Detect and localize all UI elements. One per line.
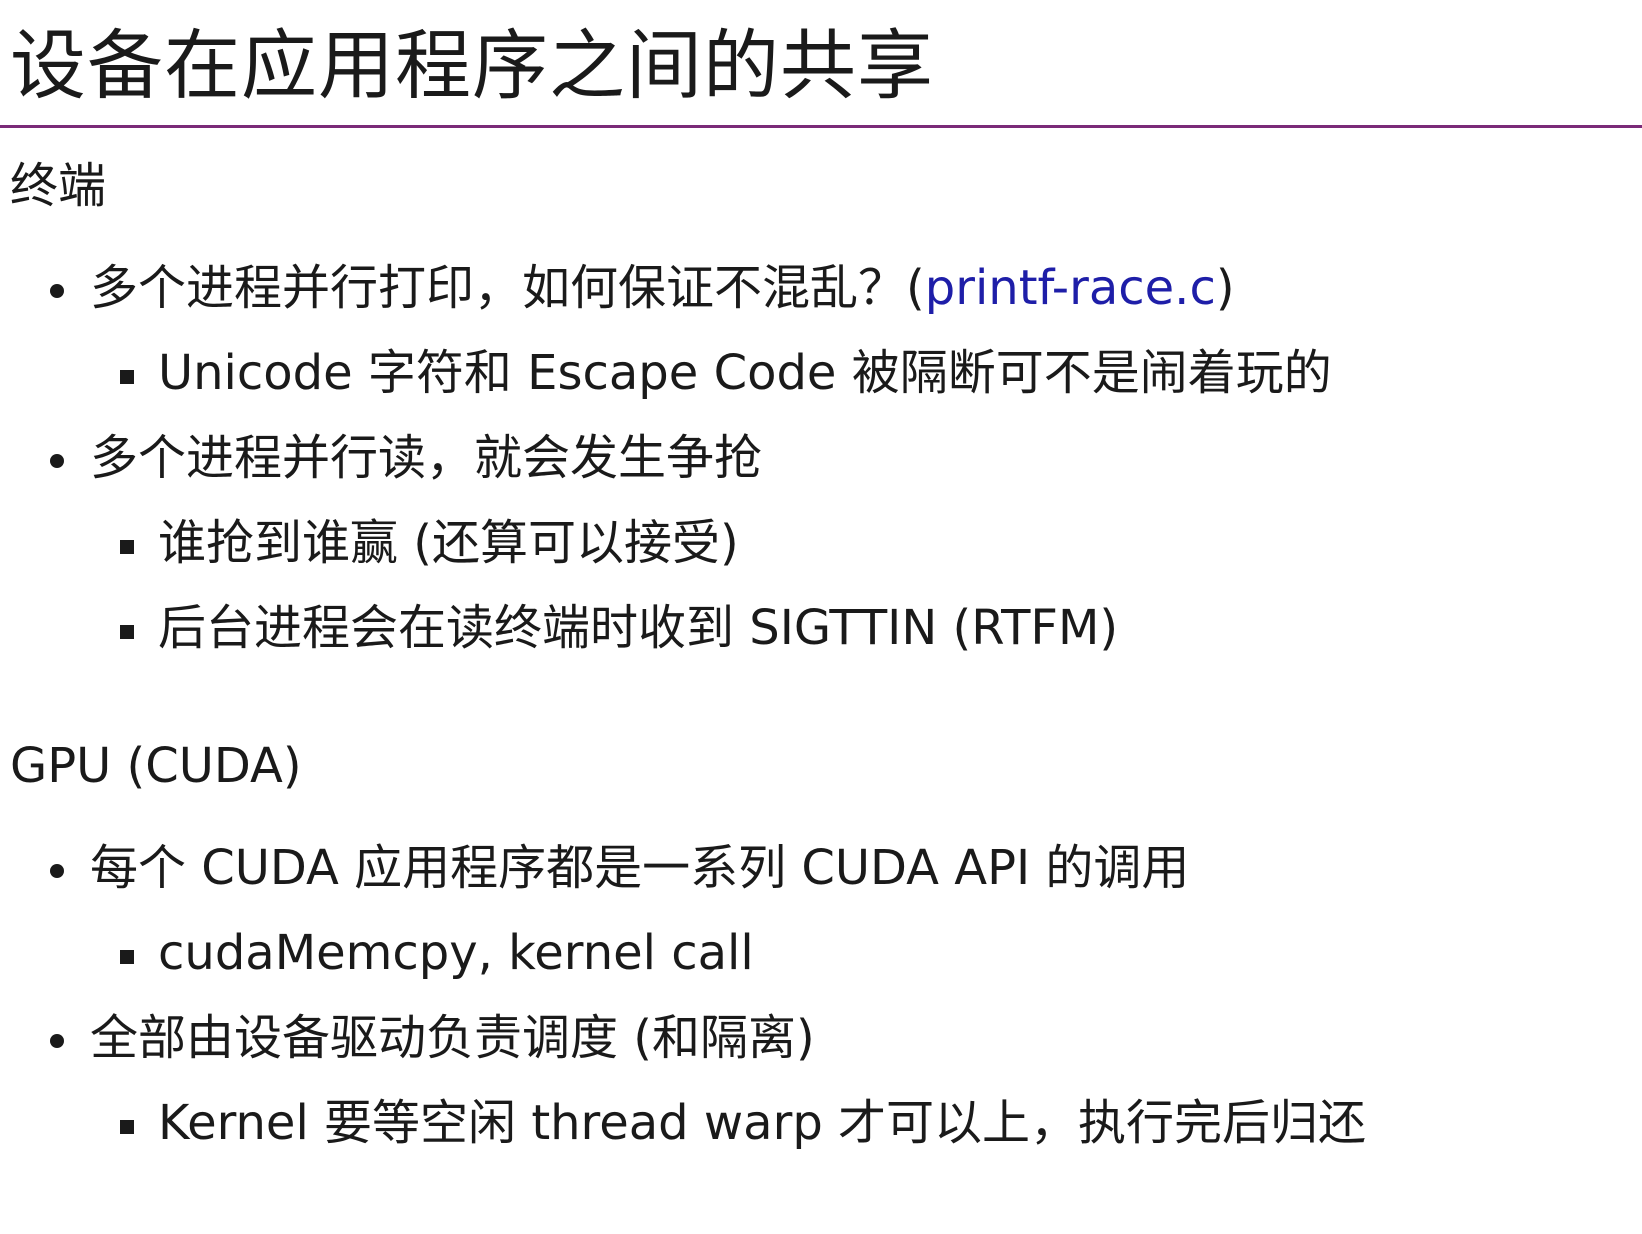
bullet-text: 谁抢到谁赢 (还算可以接受) [158, 515, 739, 571]
bullet-item: 多个进程并行打印，如何保证不混乱？(printf-race.c) [50, 260, 1235, 318]
bullet-text: 多个进程并行读，就会发生争抢 [90, 430, 763, 486]
page-title: 设备在应用程序之间的共享 [10, 21, 934, 110]
section-heading-gpu: GPU (CUDA) [10, 738, 302, 794]
slide-header: 设备在应用程序之间的共享 [0, 0, 1642, 128]
bullet-item: 多个进程并行读，就会发生争抢 [49, 430, 763, 488]
section-heading-terminal: 终端 [10, 158, 107, 214]
bullet-text: 后台进程会在读终端时收到 SIGTTIN (RTFM) [158, 600, 1119, 656]
bullet-text: cudaMemcpy, kernel call [158, 925, 754, 981]
bullet-text: 全部由设备驱动负责调度 (和隔离) [90, 1010, 815, 1066]
sub-bullet-item: Unicode 字符和 Escape Code 被隔断可不是闹着玩的 [120, 345, 1332, 403]
bullet-text: Unicode 字符和 Escape Code 被隔断可不是闹着玩的 [158, 345, 1332, 401]
printf-race-link[interactable]: printf-race.c [925, 260, 1216, 316]
bullet-text: Kernel 要等空闲 thread warp 才可以上，执行完后归还 [158, 1095, 1367, 1151]
bullet-text: 每个 CUDA 应用程序都是一系列 CUDA API 的调用 [90, 840, 1190, 896]
bullet-item: 每个 CUDA 应用程序都是一系列 CUDA API 的调用 [49, 840, 1190, 898]
bullet-text: 多个进程并行打印，如何保证不混乱？( [90, 260, 925, 316]
sub-bullet-item: cudaMemcpy, kernel call [120, 925, 754, 983]
bullet-suffix: ) [1215, 260, 1235, 316]
bullet-item: 全部由设备驱动负责调度 (和隔离) [50, 1010, 815, 1068]
sub-bullet-item: 谁抢到谁赢 (还算可以接受) [120, 515, 739, 573]
sub-bullet-item: 后台进程会在读终端时收到 SIGTTIN (RTFM) [119, 600, 1119, 658]
sub-bullet-item: Kernel 要等空闲 thread warp 才可以上，执行完后归还 [119, 1095, 1367, 1153]
